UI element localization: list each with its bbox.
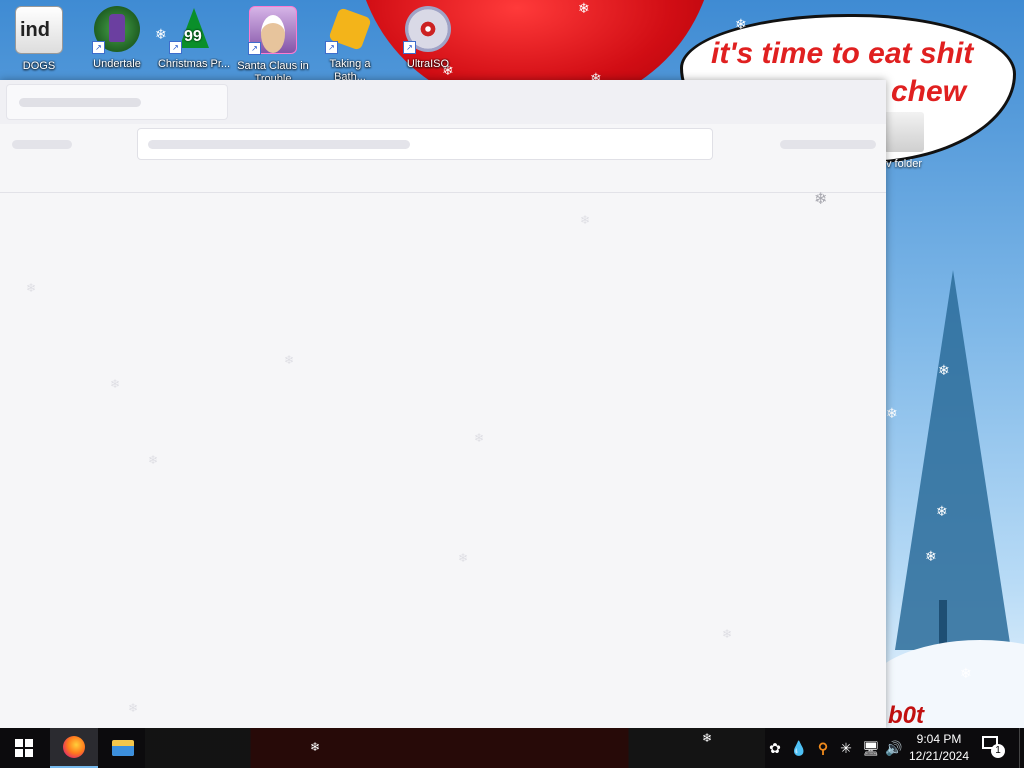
browser-tab[interactable] — [6, 84, 228, 120]
tab-strip — [0, 80, 886, 124]
shortcut-arrow-icon: ↗ — [403, 41, 416, 54]
snowflake-icon: ❄ — [458, 551, 469, 565]
shortcut-arrow-icon: ↗ — [325, 41, 338, 54]
snowflake-icon: ❄ — [580, 213, 591, 227]
shortcut-arrow-icon: ↗ — [169, 41, 182, 54]
network-icon[interactable]: 🖥 — [860, 728, 882, 768]
action-center-button[interactable]: 1 — [982, 736, 1005, 758]
snowflake-icon: ❄ — [702, 731, 713, 745]
snowflake-icon: ❄ — [110, 377, 121, 391]
navigation-toolbar — [0, 124, 886, 193]
snowflake-icon: ❄ — [938, 362, 950, 378]
desktop-icon-undertale[interactable]: ↗ Undertale — [80, 4, 154, 84]
snowflake-icon: ❄ — [925, 548, 937, 564]
taskbar-background-image — [145, 728, 765, 768]
notification-count-badge: 1 — [991, 744, 1005, 758]
ultraiso-disc-icon: ↗ — [403, 6, 451, 54]
taskbar-app-firefox[interactable] — [50, 728, 98, 768]
system-clock[interactable]: 9:04 PM 12/21/2024 — [904, 731, 974, 765]
address-bar[interactable] — [137, 128, 713, 160]
taskbar-app-file-explorer[interactable] — [99, 728, 147, 768]
snowflake-icon: ❄ — [735, 16, 747, 32]
new-folder-label: v folder — [886, 158, 923, 170]
snowflake-tray-icon[interactable]: ✳ — [836, 728, 856, 768]
santa-icon: ↗ — [248, 6, 297, 55]
snowflake-icon: ❄ — [814, 191, 828, 208]
snowflake-icon: ❄ — [148, 453, 159, 467]
snowflake-icon: ❄ — [310, 740, 321, 754]
wallpaper-signature: b0t — [888, 702, 924, 728]
snowflake-icon: ❄ — [578, 0, 590, 16]
start-button[interactable] — [0, 728, 48, 768]
snowflake-icon: ❄ — [886, 405, 898, 421]
undertale-icon: ↗ — [92, 6, 140, 54]
christmas-tree-icon: 99 ↗ — [169, 6, 217, 54]
desktop-icon-santa-claus[interactable]: ↗ Santa Claus in Trouble — [236, 4, 310, 86]
desktop-icon-christmas[interactable]: 99 ↗ Christmas Pr... — [157, 4, 231, 84]
pine-tree-graphic — [895, 270, 1011, 650]
clock-date: 12/21/2024 — [908, 749, 970, 763]
clock-time: 9:04 PM — [916, 732, 962, 746]
search-orange-icon[interactable]: ⚲ — [812, 728, 834, 768]
desktop-icon-dogs[interactable]: ind DOGS — [2, 4, 76, 86]
show-desktop-button[interactable] — [1019, 728, 1024, 768]
snowflake-icon: ❄ — [722, 627, 733, 641]
shortcut-arrow-icon: ↗ — [92, 41, 105, 54]
windows-logo-icon — [15, 739, 33, 757]
speech-text-line2: chew — [891, 75, 967, 108]
toolbar-actions-placeholder — [780, 140, 876, 149]
folder-icon — [112, 740, 134, 756]
nav-buttons-placeholder — [12, 140, 72, 149]
document-icon: ind — [15, 6, 63, 54]
taskbar: ❄ ❄ ✿ 💧 ⚲ ✳ 🖥 🔊 9:04 PM 12/21/2024 1 — [0, 728, 1024, 768]
volume-icon[interactable]: 🔊 — [884, 728, 904, 768]
desktop-icon-ultraiso[interactable]: ↗ UltraISO — [391, 4, 465, 84]
page-content-area[interactable]: ❄ ❄ ❄ ❄ ❄ ❄ ❄ ❄ ❄ ❄ — [0, 191, 886, 728]
droplet-icon[interactable]: 💧 — [789, 728, 809, 768]
snowflake-icon: ❄ — [474, 431, 485, 445]
shortcut-arrow-icon: ↗ — [248, 42, 261, 55]
snowflake-icon: ❄ — [26, 281, 37, 295]
desktop-icon-taking-a-bath[interactable]: ↗ Taking a Bath... — [313, 4, 387, 84]
new-folder-icon[interactable] — [884, 112, 924, 152]
snowflake-icon: ❄ — [960, 665, 972, 681]
tab-title-placeholder — [19, 98, 141, 107]
firefox-icon — [63, 736, 85, 758]
speech-text-line1: it's time to eat shit — [711, 37, 974, 70]
browser-window[interactable]: ❄ ❄ ❄ ❄ ❄ ❄ ❄ ❄ ❄ ❄ — [0, 80, 886, 728]
snowflake-icon: ❄ — [936, 503, 948, 519]
bath-game-icon: ↗ — [325, 6, 373, 54]
icon-badge: 99 — [184, 28, 202, 45]
color-app-icon[interactable]: ✿ — [765, 728, 785, 768]
snowflake-icon: ❄ — [284, 353, 295, 367]
url-placeholder — [148, 140, 410, 149]
snowflake-icon: ❄ — [128, 701, 139, 715]
